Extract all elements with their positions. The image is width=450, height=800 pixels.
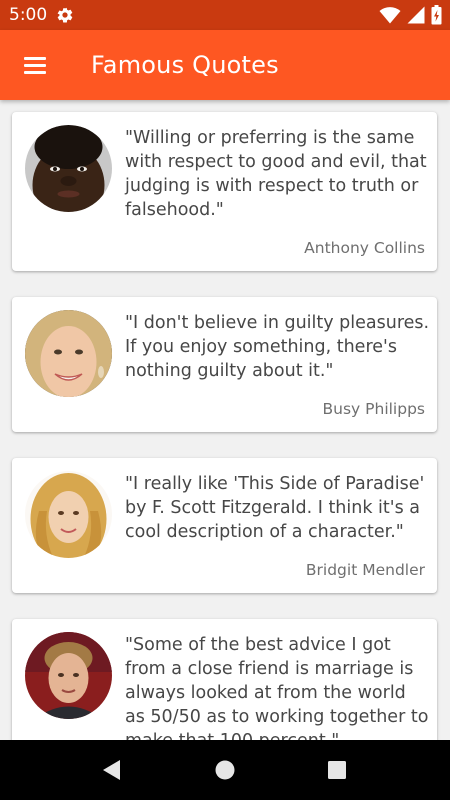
battery-icon	[431, 5, 442, 25]
avatar	[25, 632, 112, 719]
recents-icon[interactable]	[325, 758, 349, 782]
status-bar: 5:00	[0, 0, 450, 30]
home-icon[interactable]	[213, 758, 237, 782]
gear-icon	[57, 7, 73, 23]
quote-card[interactable]: "I don't believe in guilty pleasures. If…	[12, 297, 437, 432]
navigation-bar	[0, 740, 450, 800]
quote-card[interactable]: "Some of the best advice I got from a cl…	[12, 619, 437, 740]
quote-text: "Willing or preferring is the same with …	[125, 128, 427, 220]
quote-list[interactable]: "Willing or preferring is the same with …	[0, 100, 450, 740]
wifi-icon	[379, 7, 401, 24]
quote-text: "I really like 'This Side of Paradise' b…	[125, 474, 425, 542]
quote-card[interactable]: "I really like 'This Side of Paradise' b…	[12, 458, 437, 593]
menu-icon[interactable]	[21, 53, 49, 77]
quote-author: Bridgit Mendler	[305, 561, 425, 579]
app-bar: Famous Quotes	[0, 30, 450, 100]
quote-author: Anthony Collins	[304, 239, 425, 257]
status-icons	[379, 5, 442, 25]
signal-icon	[407, 6, 425, 24]
quote-text: "I don't believe in guilty pleasures. If…	[125, 313, 430, 381]
avatar	[25, 310, 112, 397]
back-icon[interactable]	[100, 758, 124, 782]
avatar	[25, 471, 112, 558]
quote-text: "Some of the best advice I got from a cl…	[125, 635, 429, 740]
avatar	[25, 125, 112, 212]
quote-author: Busy Philipps	[322, 400, 425, 418]
quote-card[interactable]: "Willing or preferring is the same with …	[12, 112, 437, 271]
page-title: Famous Quotes	[91, 51, 279, 79]
status-time: 5:00	[9, 5, 48, 25]
